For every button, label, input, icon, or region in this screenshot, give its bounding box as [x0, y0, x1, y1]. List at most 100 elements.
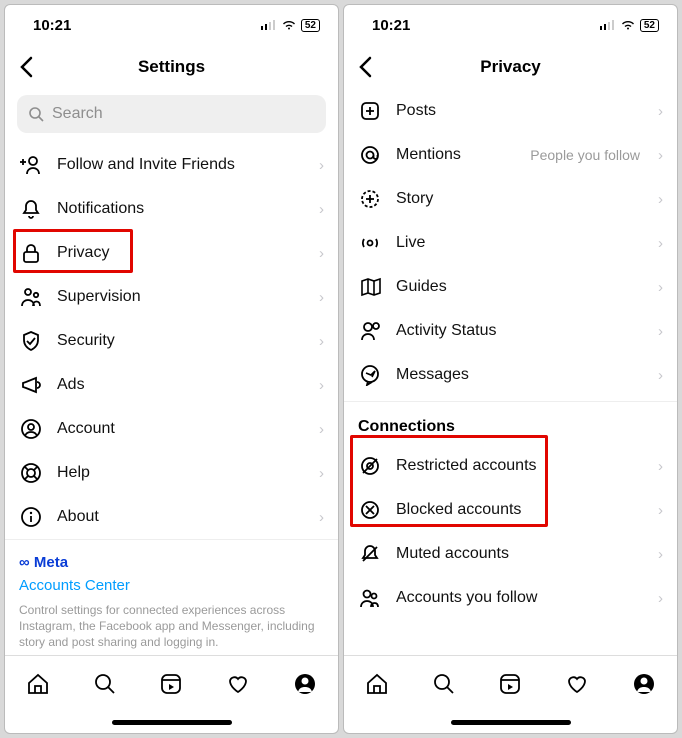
megaphone-icon	[19, 374, 43, 396]
chevron-right-icon: ›	[658, 191, 663, 208]
back-button[interactable]	[354, 52, 376, 82]
home-indicator[interactable]	[5, 711, 338, 733]
header: Privacy	[344, 45, 677, 89]
status-indicators: 52	[261, 19, 320, 32]
status-indicators: 52	[600, 19, 659, 32]
posts-icon	[358, 100, 382, 122]
row-label: Posts	[396, 102, 644, 120]
chevron-right-icon: ›	[658, 147, 663, 164]
chevron-right-icon: ›	[319, 245, 324, 262]
chevron-right-icon: ›	[658, 546, 663, 563]
supervision-icon	[19, 286, 43, 308]
row-privacy[interactable]: Privacy ›	[5, 231, 338, 275]
page-title: Privacy	[480, 57, 541, 77]
status-bar: 10:21 52	[344, 5, 677, 45]
messages-icon	[358, 364, 382, 386]
guides-icon	[358, 276, 382, 298]
row-posts[interactable]: Posts ›	[344, 89, 677, 133]
row-messages[interactable]: Messages ›	[344, 353, 677, 397]
wifi-icon	[281, 20, 297, 31]
row-activity-status[interactable]: Activity Status ›	[344, 309, 677, 353]
chevron-left-icon	[358, 56, 372, 78]
row-label: Mentions	[396, 146, 516, 164]
chevron-right-icon: ›	[658, 458, 663, 475]
chevron-left-icon	[19, 56, 33, 78]
info-icon	[19, 506, 43, 528]
row-ads[interactable]: Ads ›	[5, 363, 338, 407]
tab-search[interactable]	[430, 670, 458, 698]
row-label: Activity Status	[396, 322, 644, 340]
row-follow-invite[interactable]: Follow and Invite Friends ›	[5, 143, 338, 187]
chevron-right-icon: ›	[658, 323, 663, 340]
row-label: Messages	[396, 366, 644, 384]
row-mentions[interactable]: Mentions People you follow ›	[344, 133, 677, 177]
row-label: Supervision	[57, 288, 305, 306]
row-muted[interactable]: Muted accounts ›	[344, 532, 677, 576]
row-label: Security	[57, 332, 305, 350]
home-indicator[interactable]	[344, 711, 677, 733]
tab-profile[interactable]	[630, 670, 658, 698]
add-user-icon	[19, 154, 43, 176]
section-connections: Connections	[344, 401, 677, 444]
row-label: Help	[57, 464, 305, 482]
tab-home[interactable]	[24, 670, 52, 698]
chevron-right-icon: ›	[658, 279, 663, 296]
chevron-right-icon: ›	[319, 509, 324, 526]
chevron-right-icon: ›	[319, 377, 324, 394]
shield-icon	[19, 330, 43, 352]
tab-reels[interactable]	[496, 670, 524, 698]
chevron-right-icon: ›	[658, 103, 663, 120]
muted-icon	[358, 543, 382, 565]
back-button[interactable]	[15, 52, 37, 82]
row-help[interactable]: Help ›	[5, 451, 338, 495]
chevron-right-icon: ›	[658, 502, 663, 519]
row-label: Accounts you follow	[396, 589, 644, 607]
tab-reels[interactable]	[157, 670, 185, 698]
row-label: Follow and Invite Friends	[57, 156, 305, 174]
row-restricted[interactable]: Restricted accounts ›	[344, 444, 677, 488]
row-account[interactable]: Account ›	[5, 407, 338, 451]
row-label: Blocked accounts	[396, 501, 644, 519]
tab-bar	[5, 655, 338, 711]
settings-screen: 10:21 52 Settings Search Follow and Invi…	[4, 4, 339, 734]
status-time: 10:21	[33, 17, 71, 34]
live-icon	[358, 232, 382, 254]
follow-icon	[358, 587, 382, 609]
chevron-right-icon: ›	[319, 289, 324, 306]
account-icon	[19, 418, 43, 440]
row-guides[interactable]: Guides ›	[344, 265, 677, 309]
row-supervision[interactable]: Supervision ›	[5, 275, 338, 319]
tab-activity[interactable]	[224, 670, 252, 698]
lock-icon	[19, 242, 43, 264]
meta-section: ∞ Meta Accounts Center Control settings …	[5, 539, 338, 655]
row-label: Privacy	[57, 244, 305, 262]
row-live[interactable]: Live ›	[344, 221, 677, 265]
page-title: Settings	[138, 57, 205, 77]
story-icon	[358, 188, 382, 210]
row-notifications[interactable]: Notifications ›	[5, 187, 338, 231]
chevron-right-icon: ›	[319, 465, 324, 482]
settings-list: Follow and Invite Friends › Notification…	[5, 143, 338, 655]
accounts-center-link[interactable]: Accounts Center	[19, 577, 324, 594]
chevron-right-icon: ›	[658, 235, 663, 252]
meta-brand: Meta	[34, 554, 68, 571]
tab-activity[interactable]	[563, 670, 591, 698]
row-label: Story	[396, 190, 644, 208]
row-accounts-follow[interactable]: Accounts you follow ›	[344, 576, 677, 620]
row-blocked[interactable]: Blocked accounts ›	[344, 488, 677, 532]
bell-icon	[19, 198, 43, 220]
restricted-icon	[358, 455, 382, 477]
row-label: Ads	[57, 376, 305, 394]
tab-search[interactable]	[91, 670, 119, 698]
search-placeholder: Search	[52, 105, 103, 123]
row-about[interactable]: About ›	[5, 495, 338, 539]
search-input[interactable]: Search	[17, 95, 326, 133]
tab-profile[interactable]	[291, 670, 319, 698]
row-story[interactable]: Story ›	[344, 177, 677, 221]
row-label: Notifications	[57, 200, 305, 218]
row-label: About	[57, 508, 305, 526]
chevron-right-icon: ›	[658, 590, 663, 607]
row-security[interactable]: Security ›	[5, 319, 338, 363]
tab-home[interactable]	[363, 670, 391, 698]
search-icon	[29, 107, 44, 122]
